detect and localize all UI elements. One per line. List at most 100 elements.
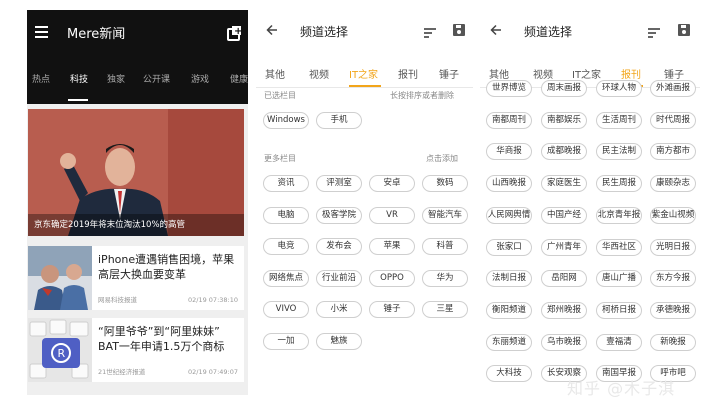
channel-chip[interactable]: VR (369, 206, 415, 224)
channel-chip[interactable]: 南都周刊 (486, 111, 532, 129)
active-tab-indicator (349, 85, 381, 87)
news-time: 02/19 07:49:07 (188, 368, 238, 376)
channel-chip[interactable]: 小米 (316, 301, 362, 318)
tab-video[interactable]: 视频 (309, 66, 329, 81)
channel-chip[interactable]: 三星 (422, 301, 468, 318)
save-icon[interactable] (453, 24, 465, 36)
channel-chip[interactable]: 华西社区 (596, 238, 642, 256)
channel-chip[interactable]: 张家口 (486, 238, 532, 256)
channel-chip[interactable]: 智能汽车 (422, 206, 468, 224)
channel-chip[interactable]: 科普 (422, 238, 468, 255)
channel-chip[interactable]: 行业前沿 (316, 269, 362, 287)
channel-chip[interactable]: 世界博览 (486, 80, 532, 97)
channel-chip[interactable]: 新晚报 (650, 333, 696, 351)
channel-chip[interactable]: 乌市晚报 (541, 333, 587, 351)
news-title: iPhone遭遇销售困境，苹果高层大换血要变革 (98, 253, 235, 281)
menu-icon[interactable] (35, 26, 48, 38)
news-source: 21世纪经济报道 (98, 368, 146, 376)
channel-chip[interactable]: 紫金山视频 (650, 206, 696, 224)
tab-other[interactable]: 其他 (489, 66, 509, 81)
channel-chip[interactable]: 郑州晚报 (541, 301, 587, 319)
news-card[interactable]: iPhone遭遇销售困境，苹果高层大换血要变革 网易科技报道 02/19 07:… (28, 246, 244, 310)
tab-ithome[interactable]: IT之家 (349, 66, 378, 81)
channel-chip[interactable]: 苹果 (369, 238, 415, 255)
tab-exclusive[interactable]: 独家 (107, 72, 125, 85)
news-card[interactable]: R “阿里爷爷”到“阿里妹妹” BAT一年申请1.5万个商标 21世纪经济报道 … (28, 318, 244, 382)
channel-chip[interactable]: 极客学院 (316, 206, 362, 224)
channel-chip[interactable]: 外滩画报 (650, 80, 696, 97)
channel-chip[interactable]: 壹福清 (596, 333, 642, 351)
back-arrow-icon[interactable] (266, 24, 278, 36)
tab-health[interactable]: 健康 (230, 72, 248, 85)
channel-chip[interactable]: 评测室 (316, 175, 362, 192)
news-thumbnail: R (28, 318, 92, 382)
channel-chip[interactable]: 衡阳频道 (486, 301, 532, 319)
add-channel-icon[interactable]: + (227, 26, 242, 41)
channel-chip[interactable]: 东丽频道 (486, 333, 532, 351)
tab-newspaper[interactable]: 报刊 (621, 66, 641, 81)
channel-chip[interactable]: 电竞 (263, 238, 309, 255)
channel-chip[interactable]: 东方今报 (650, 270, 696, 288)
tab-tech[interactable]: 科技 (70, 72, 88, 85)
channel-chip[interactable]: 电脑 (263, 206, 309, 224)
channel-chip[interactable]: 中国产经 (541, 206, 587, 224)
channel-chip[interactable]: 唐山广播 (596, 270, 642, 288)
tab-smartisan[interactable]: 锤子 (664, 66, 684, 81)
save-icon[interactable] (678, 24, 690, 36)
channel-chip[interactable]: 华为 (422, 269, 468, 287)
channel-chip[interactable]: 人民网舆情 (486, 206, 532, 224)
channel-title: 频道选择 (524, 25, 573, 39)
tab-open-course[interactable]: 公开课 (143, 72, 170, 85)
channel-chip[interactable]: 民主法制 (596, 143, 642, 161)
channel-chip[interactable]: 魅族 (316, 332, 362, 350)
channel-chip[interactable]: 山西晚报 (486, 175, 532, 193)
tab-smartisan[interactable]: 锤子 (439, 66, 459, 81)
news-time: 02/19 07:38:10 (188, 296, 238, 304)
channel-chip[interactable]: Windows (263, 112, 309, 129)
channel-chip[interactable]: 华商报 (486, 143, 532, 161)
channel-chip[interactable]: 周末画报 (541, 80, 587, 97)
sort-icon[interactable] (648, 28, 660, 38)
channel-chip[interactable]: 安卓 (369, 175, 415, 192)
channel-toolbar: 频道选择 (256, 10, 473, 54)
channel-chip[interactable]: 发布会 (316, 238, 362, 255)
channel-chip[interactable]: VIVO (263, 301, 309, 318)
channel-chip[interactable]: 康颐杂志 (650, 175, 696, 193)
channel-chip[interactable]: 岳阳网 (541, 270, 587, 288)
channel-chip[interactable]: 北京青年报 (596, 206, 642, 224)
tab-hot[interactable]: 热点 (32, 72, 50, 85)
channel-chip[interactable]: 法制日报 (486, 270, 532, 288)
app-title: Mere新闻 (67, 27, 126, 42)
channel-chip[interactable]: 光明日报 (650, 238, 696, 256)
back-arrow-icon[interactable] (490, 24, 502, 36)
app-bar: Mere新闻 + (27, 10, 248, 54)
tab-other[interactable]: 其他 (265, 66, 285, 81)
channel-chip[interactable]: 一加 (263, 332, 309, 350)
tab-newspaper[interactable]: 报刊 (398, 66, 418, 81)
channel-chip[interactable]: 南方都市 (650, 143, 696, 161)
selected-section-hint: 长按排序或者删除 (390, 91, 454, 100)
channel-chip[interactable]: 柯桥日报 (596, 301, 642, 319)
channel-chip[interactable]: 承德晚报 (650, 301, 696, 319)
channel-chip[interactable]: 成都晚报 (541, 143, 587, 161)
channel-chip[interactable]: 大科技 (486, 365, 532, 383)
channel-chip[interactable]: 广州青年 (541, 238, 587, 256)
channel-chip[interactable]: 生活周刊 (596, 111, 642, 129)
channel-chip[interactable]: 数码 (422, 175, 468, 192)
sort-icon[interactable] (424, 28, 436, 38)
channel-chip[interactable]: 家庭医生 (541, 175, 587, 193)
channel-chip[interactable]: 环球人物 (596, 80, 642, 97)
tab-ithome[interactable]: IT之家 (572, 66, 601, 81)
channel-chip[interactable]: OPPO (369, 269, 415, 287)
channel-chip[interactable]: 锤子 (369, 301, 415, 318)
tab-video[interactable]: 视频 (533, 66, 553, 81)
channel-chip[interactable]: 手机 (316, 112, 362, 129)
channel-chip[interactable]: 民生周报 (596, 175, 642, 193)
hero-news[interactable]: 京东确定2019年将末位淘汰10%的高管 (28, 109, 244, 236)
channel-chip[interactable]: 资讯 (263, 175, 309, 192)
channel-chip[interactable]: 南都娱乐 (541, 111, 587, 129)
channel-chip[interactable]: 网络焦点 (263, 269, 309, 287)
channel-chip[interactable]: 时代周报 (650, 111, 696, 129)
news-title: “阿里爷爷”到“阿里妹妹” BAT一年申请1.5万个商标 (98, 325, 225, 353)
tab-games[interactable]: 游戏 (191, 72, 209, 85)
